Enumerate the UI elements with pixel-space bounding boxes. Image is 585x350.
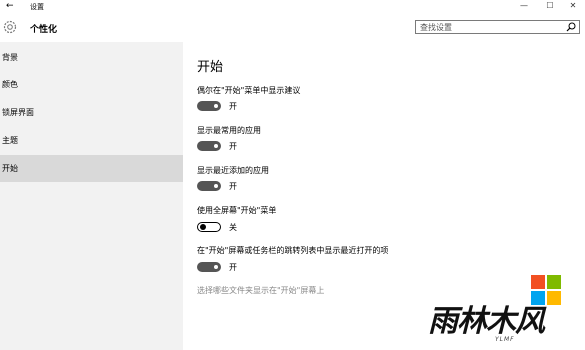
search-input[interactable]: [418, 21, 562, 33]
minimize-button[interactable]: —: [511, 0, 537, 12]
settings-header: 个性化: [0, 14, 585, 42]
sidebar-item-background[interactable]: 背景: [0, 44, 183, 71]
setting-label-suggestions: 偶尔在"开始"菜单中显示建议: [197, 86, 301, 95]
toggle-suggestions[interactable]: [197, 101, 221, 111]
back-arrow-icon[interactable]: ←: [6, 1, 14, 11]
toggle-fullscreen-start[interactable]: [197, 222, 221, 232]
page-title: 开始: [197, 60, 224, 75]
sidebar-item-themes[interactable]: 主题: [0, 127, 183, 154]
section-title: 个性化: [30, 25, 58, 35]
window-title: 设置: [30, 3, 44, 11]
gear-icon: [3, 20, 17, 34]
search-box[interactable]: [415, 20, 580, 34]
setting-label-jump-lists: 在"开始"屏幕或任务栏的跳转列表中显示最近打开的项: [197, 246, 389, 255]
toggle-state-suggestions: 开: [229, 102, 237, 111]
choose-folders-link[interactable]: 选择哪些文件夹显示在"开始"屏幕上: [197, 285, 324, 296]
sidebar: 背景 颜色 锁屏界面 主题 开始: [0, 42, 183, 350]
sidebar-item-start[interactable]: 开始: [0, 155, 183, 182]
watermark-subtext: YLMF: [495, 336, 515, 343]
setting-label-recently-added: 显示最近添加的应用: [197, 166, 269, 175]
toggle-state-fullscreen-start: 关: [229, 223, 237, 232]
toggle-most-used[interactable]: [197, 141, 221, 151]
title-bar: ← 设置 — ☐ ✕: [0, 0, 585, 14]
sidebar-item-lock-screen[interactable]: 锁屏界面: [0, 99, 183, 126]
close-button[interactable]: ✕: [560, 0, 585, 12]
search-icon[interactable]: [566, 22, 576, 32]
sidebar-item-colors[interactable]: 颜色: [0, 71, 183, 98]
setting-label-fullscreen-start: 使用全屏幕"开始"菜单: [197, 206, 277, 215]
toggle-jump-lists[interactable]: [197, 262, 221, 272]
toggle-state-jump-lists: 开: [229, 263, 237, 272]
toggle-state-most-used: 开: [229, 142, 237, 151]
windows-logo-icon: [531, 275, 561, 305]
watermark-logo-text: 雨林木风: [428, 304, 545, 339]
toggle-recently-added[interactable]: [197, 181, 221, 191]
setting-label-most-used: 显示最常用的应用: [197, 126, 261, 135]
toggle-state-recently-added: 开: [229, 182, 237, 191]
